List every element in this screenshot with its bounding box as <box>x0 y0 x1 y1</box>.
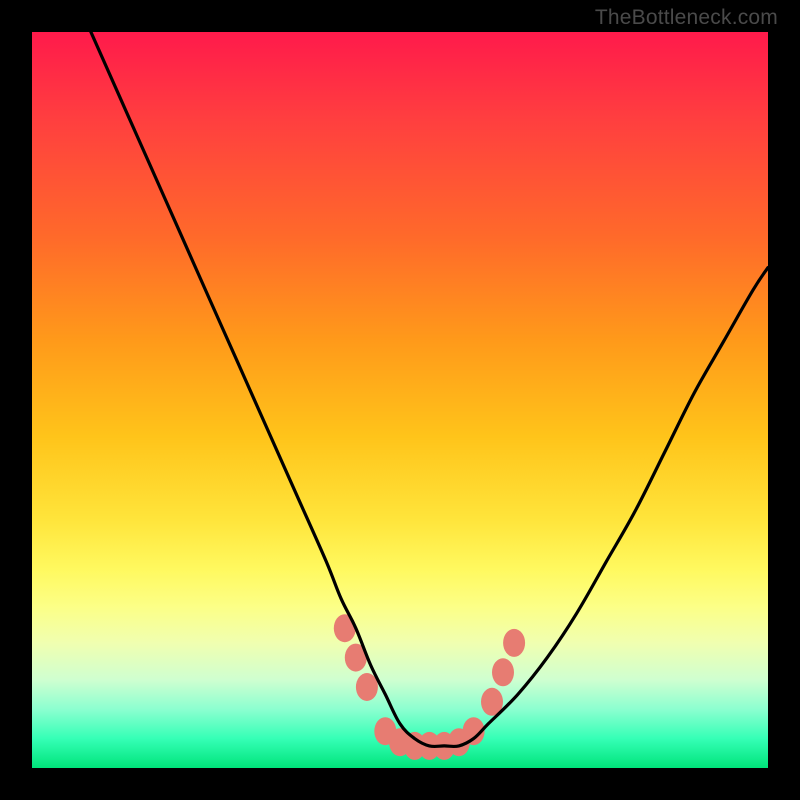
curve-marker <box>356 673 378 701</box>
curve-marker <box>492 658 514 686</box>
curve-marker <box>503 629 525 657</box>
marker-layer <box>334 614 525 760</box>
watermark-text: TheBottleneck.com <box>595 6 778 30</box>
curve-path <box>91 32 768 746</box>
chart-frame: TheBottleneck.com <box>0 0 800 800</box>
chart-plot-area <box>32 32 768 768</box>
bottleneck-curve <box>32 32 768 768</box>
